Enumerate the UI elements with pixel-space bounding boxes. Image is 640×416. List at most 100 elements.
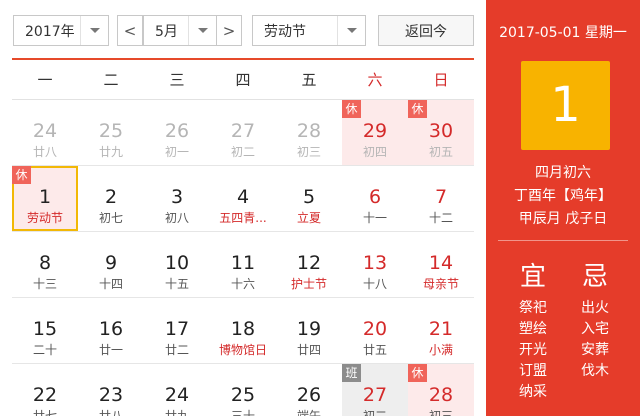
month-select[interactable]: 5月	[143, 15, 217, 46]
day-cell[interactable]: 15 二十	[12, 298, 78, 363]
lunar-label: 母亲节	[422, 277, 459, 291]
year-select[interactable]: 2017年	[13, 15, 109, 46]
day-cell[interactable]: 25 三十	[210, 364, 276, 416]
holiday-select[interactable]: 劳动节	[252, 15, 366, 46]
day-cell[interactable]: 班 27 初二	[342, 364, 408, 416]
chevron-down-icon[interactable]	[80, 16, 108, 45]
day-cell[interactable]: 休 29 初四	[342, 100, 408, 165]
yi-item: 纳采	[519, 384, 547, 400]
lunar-label: 立夏	[296, 211, 321, 225]
day-number: 22	[32, 384, 58, 406]
lunar-label: 初八	[164, 211, 189, 225]
day-cell[interactable]: 14 母亲节	[408, 232, 474, 297]
yi-item: 订盟	[519, 363, 547, 379]
weekday-label: 四	[235, 71, 251, 89]
day-cell[interactable]: 5 立夏	[276, 166, 342, 231]
day-cell[interactable]: 24 廿九	[144, 364, 210, 416]
day-cell[interactable]: 24 廿八	[12, 100, 78, 165]
week-row: 15 二十 16 廿一 17 廿二 18 博物馆日 19 廿四 20 廿五 21 小满	[12, 298, 474, 364]
day-cell[interactable]: 19 廿四	[276, 298, 342, 363]
day-number: 13	[362, 252, 388, 274]
day-number: 7	[434, 186, 448, 208]
week-row: 22 廿七 23 廿八 24 廿九 25 三十 26 端午 班 27 初二 休 28 初三	[12, 364, 474, 416]
week-row: 24 廿八 25 廿九 26 初一 27 初二 28 初三 休 29 初四休 30 初五	[12, 100, 474, 166]
day-cell-selected[interactable]: 休 1 劳动节	[12, 166, 78, 231]
day-cell[interactable]: 17 廿二	[144, 298, 210, 363]
day-number: 2	[104, 186, 118, 208]
day-cell[interactable]: 27 初二	[210, 100, 276, 165]
lunar-label: 端午	[296, 409, 321, 416]
day-number: 9	[104, 252, 118, 274]
ji-title: 忌	[581, 262, 608, 292]
day-cell[interactable]: 25 廿九	[78, 100, 144, 165]
day-cell[interactable]: 8 十三	[12, 232, 78, 297]
day-number: 28	[296, 120, 322, 142]
ji-item: 入宅	[581, 321, 609, 337]
day-number: 23	[98, 384, 124, 406]
day-cell[interactable]: 26 初一	[144, 100, 210, 165]
day-cell[interactable]: 2 初七	[78, 166, 144, 231]
rest-day-badge: 休	[408, 100, 427, 118]
day-number: 27	[230, 120, 256, 142]
weekday-header: 一二三四五六日	[12, 58, 474, 100]
day-cell[interactable]: 22 廿七	[12, 364, 78, 416]
rest-day-badge: 休	[408, 364, 427, 382]
day-cell[interactable]: 28 初三	[276, 100, 342, 165]
day-cell[interactable]: 21 小满	[408, 298, 474, 363]
day-cell[interactable]: 18 博物馆日	[210, 298, 276, 363]
ji-item: 安葬	[581, 342, 609, 358]
day-number: 12	[296, 252, 322, 274]
day-number: 24	[32, 120, 58, 142]
lunar-label: 三十	[230, 409, 255, 416]
day-cell[interactable]: 休 28 初三	[408, 364, 474, 416]
lunar-label: 廿一	[98, 343, 123, 357]
lunar-label: 初三	[296, 145, 321, 159]
ganzhi-year: 丁酉年【鸡年】	[514, 188, 612, 204]
calendar-panel: 2017年 < 5月 > 劳动节 返回今 一二三四五六日 24 廿八 25 廿九 26 初…	[0, 0, 486, 416]
lunar-label: 廿四	[296, 343, 321, 357]
day-cell[interactable]: 12 护士节	[276, 232, 342, 297]
back-to-today-button[interactable]: 返回今	[378, 15, 474, 46]
yi-item: 祭祀	[519, 300, 547, 316]
day-cell[interactable]: 7 十二	[408, 166, 474, 231]
day-cell[interactable]: 16 廿一	[78, 298, 144, 363]
lunar-label: 初一	[164, 145, 189, 159]
next-month-button[interactable]: >	[216, 15, 242, 46]
day-cell[interactable]: 11 十六	[210, 232, 276, 297]
lunar-label: 十八	[362, 277, 387, 291]
day-number: 30	[428, 120, 454, 142]
day-number: 28	[428, 384, 454, 406]
day-cell[interactable]: 26 端午	[276, 364, 342, 416]
lunar-label: 五四青...	[219, 211, 267, 225]
day-cell[interactable]: 13 十八	[342, 232, 408, 297]
calendar-grid: 24 廿八 25 廿九 26 初一 27 初二 28 初三休 29 初四休 30 初五休 1 劳动节 2 初七 3 初…	[12, 100, 474, 416]
chevron-right-icon: >	[222, 21, 236, 40]
holiday-select-value: 劳动节	[264, 23, 306, 40]
yi-title: 宜	[519, 262, 546, 292]
day-cell[interactable]: 6 十一	[342, 166, 408, 231]
day-cell[interactable]: 3 初八	[144, 166, 210, 231]
chevron-down-icon[interactable]	[337, 16, 365, 45]
day-number: 1	[38, 186, 52, 208]
day-number: 18	[230, 318, 256, 340]
yi-list: 祭祀 塑绘 开光 订盟 纳采	[503, 298, 563, 403]
lunar-label: 廿九	[164, 409, 189, 416]
day-cell[interactable]: 23 廿八	[78, 364, 144, 416]
lunar-label: 十二	[428, 211, 453, 225]
ji-item: 伐木	[581, 363, 609, 379]
day-cell[interactable]: 9 十四	[78, 232, 144, 297]
prev-month-button[interactable]: <	[117, 15, 143, 46]
chevron-down-icon[interactable]	[188, 16, 216, 45]
lunar-label: 廿五	[362, 343, 387, 357]
day-cell[interactable]: 20 廿五	[342, 298, 408, 363]
day-cell[interactable]: 休 30 初五	[408, 100, 474, 165]
day-number: 26	[164, 120, 190, 142]
day-number: 8	[38, 252, 52, 274]
day-cell[interactable]: 10 十五	[144, 232, 210, 297]
day-cell[interactable]: 4 五四青...	[210, 166, 276, 231]
week-row: 休 1 劳动节 2 初七 3 初八 4 五四青... 5 立夏 6 十一 7 十二	[12, 166, 474, 232]
day-number: 17	[164, 318, 190, 340]
lunar-date: 四月初六	[535, 165, 591, 181]
day-number: 6	[368, 186, 382, 208]
weekday-label: 一	[37, 71, 53, 89]
